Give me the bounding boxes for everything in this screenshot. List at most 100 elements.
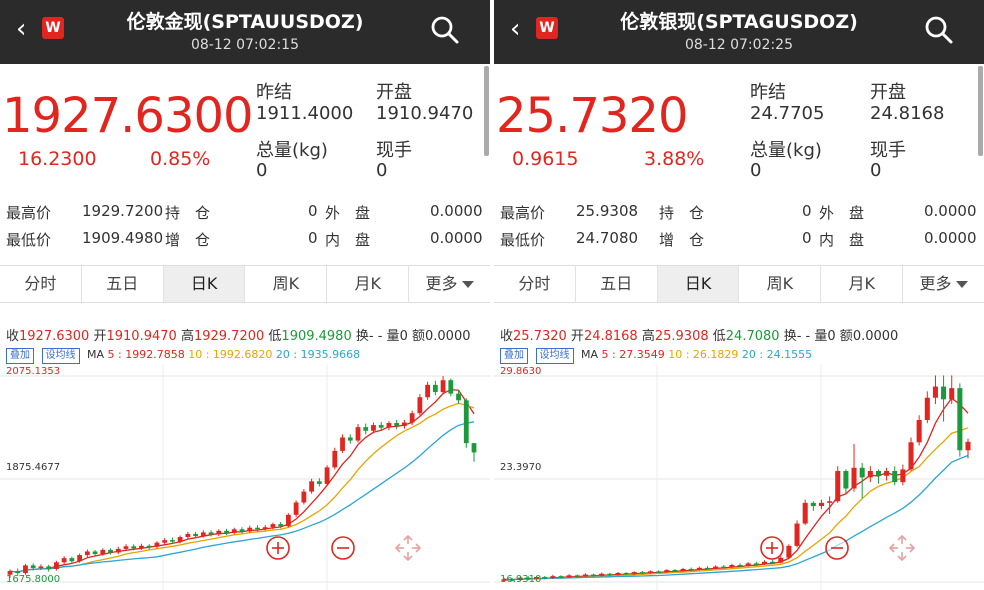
search-icon[interactable] (924, 15, 954, 45)
candle-body (932, 386, 938, 398)
candle-body (924, 397, 930, 421)
hold-label: 持 仓 (165, 204, 211, 222)
tab-weekly-k[interactable]: 周K (739, 266, 822, 302)
tab-more[interactable]: 更多 (903, 266, 984, 302)
candle-body (949, 388, 955, 400)
tab-monthly-k[interactable]: 月K (327, 266, 410, 302)
set-ma-button[interactable]: 设均线 (41, 348, 80, 364)
candle-body (77, 555, 82, 562)
candle-body (108, 549, 113, 553)
candle-body (23, 565, 28, 574)
tab-daily-k[interactable]: 日K (163, 266, 246, 302)
axis-bottom-label: 1675.8000 (6, 574, 61, 585)
candle-body (591, 574, 597, 577)
set-ma-button[interactable]: 设均线 (535, 348, 574, 364)
ohlc-high: 1929.7200 (193, 329, 265, 344)
last-price: 25.7320 (496, 88, 688, 144)
overlay-button[interactable]: 叠加 (500, 348, 528, 364)
increase-label: 增 仓 (659, 231, 705, 249)
outer-label: 外 盘 (325, 204, 371, 222)
candle-body (131, 546, 137, 549)
scrollbar[interactable] (484, 66, 489, 156)
chart-canvas (0, 364, 490, 590)
low-value: 1909.4980 (82, 229, 164, 247)
candle-body (417, 397, 423, 414)
candle-body (448, 380, 454, 394)
candlestick-chart[interactable]: 2075.1353 1875.4677 1675.8000 (0, 364, 490, 590)
candle-body (309, 481, 314, 492)
gold-quote-panel: ‹ W 伦敦金现(SPTAUUSDOZ) 08-12 07:02:15 1927… (0, 0, 490, 590)
zoom-out-icon[interactable] (331, 536, 355, 560)
price-change: 16.2300 (18, 148, 97, 170)
tab-intraday[interactable]: 分时 (494, 266, 576, 302)
search-icon[interactable] (430, 15, 460, 45)
open-label: 开盘 (870, 82, 906, 103)
fullscreen-move-icon[interactable] (394, 534, 422, 562)
candle-body (680, 568, 686, 572)
candle-body (239, 529, 245, 532)
axis-top-label: 29.8630 (500, 366, 542, 377)
candle-body (607, 573, 613, 576)
instrument-title: 伦敦金现(SPTAUUSDOZ) (126, 11, 364, 33)
ma5-line (503, 397, 969, 581)
low-value: 24.7080 (576, 229, 639, 247)
volume-label: 总量(kg) (750, 140, 822, 161)
tab-weekly-k[interactable]: 周K (245, 266, 328, 302)
ma-legend: 叠加 设均线 MA 5 : 27.3549 10 : 26.1829 20 : … (500, 348, 812, 364)
open-value: 24.8168 (870, 103, 945, 124)
tab-daily-k[interactable]: 日K (657, 266, 740, 302)
candle-body (704, 567, 711, 570)
high-value: 25.9308 (576, 202, 639, 220)
ma10-value: 10 : 26.1829 (668, 348, 739, 361)
overlay-button[interactable]: 叠加 (6, 348, 34, 364)
zoom-out-icon[interactable] (825, 536, 849, 560)
outer-value: 0.0000 (430, 202, 483, 220)
candle-body (770, 561, 776, 564)
current-hand-value: 0 (376, 160, 388, 181)
candle-body (672, 570, 678, 572)
candle-body (170, 540, 175, 542)
candle-body (827, 501, 833, 503)
low-label: 最低价 (6, 231, 52, 249)
candle-body (293, 502, 299, 515)
tab-intraday[interactable]: 分时 (0, 266, 82, 302)
candle-body (440, 380, 446, 393)
tab-five-day[interactable]: 五日 (82, 266, 164, 302)
candle-body (386, 423, 392, 428)
tab-five-day[interactable]: 五日 (576, 266, 658, 302)
zoom-in-icon[interactable] (266, 536, 290, 560)
candle-body (965, 441, 971, 451)
candlestick-chart[interactable]: 29.8630 23.3970 16.9310 (494, 364, 984, 590)
prev-close-label: 昨结 (256, 82, 292, 103)
candle-body (231, 529, 237, 533)
fullscreen-move-icon[interactable] (888, 534, 916, 562)
tab-monthly-k[interactable]: 月K (821, 266, 904, 302)
ohlc-open: 1910.9470 (106, 329, 177, 344)
candle-body (892, 470, 898, 483)
candle-body (859, 467, 865, 478)
candle-body (425, 384, 430, 398)
candle-body (456, 393, 461, 401)
candle-body (92, 551, 98, 555)
candle-body (656, 571, 662, 573)
candle-body (262, 527, 268, 530)
candle-body (713, 566, 719, 569)
candle-body (409, 413, 415, 423)
candle-body (664, 570, 670, 573)
period-tabs: 分时 五日 日K 周K 月K 更多 (0, 265, 490, 303)
open-value: 1910.9470 (376, 103, 474, 124)
zoom-in-icon[interactable] (760, 536, 784, 560)
increase-value: 0 (308, 229, 318, 247)
current-hand-value: 0 (870, 160, 882, 181)
instrument-title: 伦敦银现(SPTAGUSDOZ) (620, 11, 858, 33)
scrollbar[interactable] (978, 66, 983, 156)
tab-more[interactable]: 更多 (409, 266, 490, 302)
ma10-value: 10 : 1992.6820 (188, 348, 273, 361)
ohlc-high: 25.9308 (654, 329, 709, 344)
candle-body (278, 524, 284, 527)
candle-body (550, 576, 556, 579)
volume-value: 0 (750, 160, 762, 181)
candle-body (648, 571, 654, 573)
candle-body (100, 549, 106, 555)
dropdown-caret-icon (955, 281, 968, 288)
